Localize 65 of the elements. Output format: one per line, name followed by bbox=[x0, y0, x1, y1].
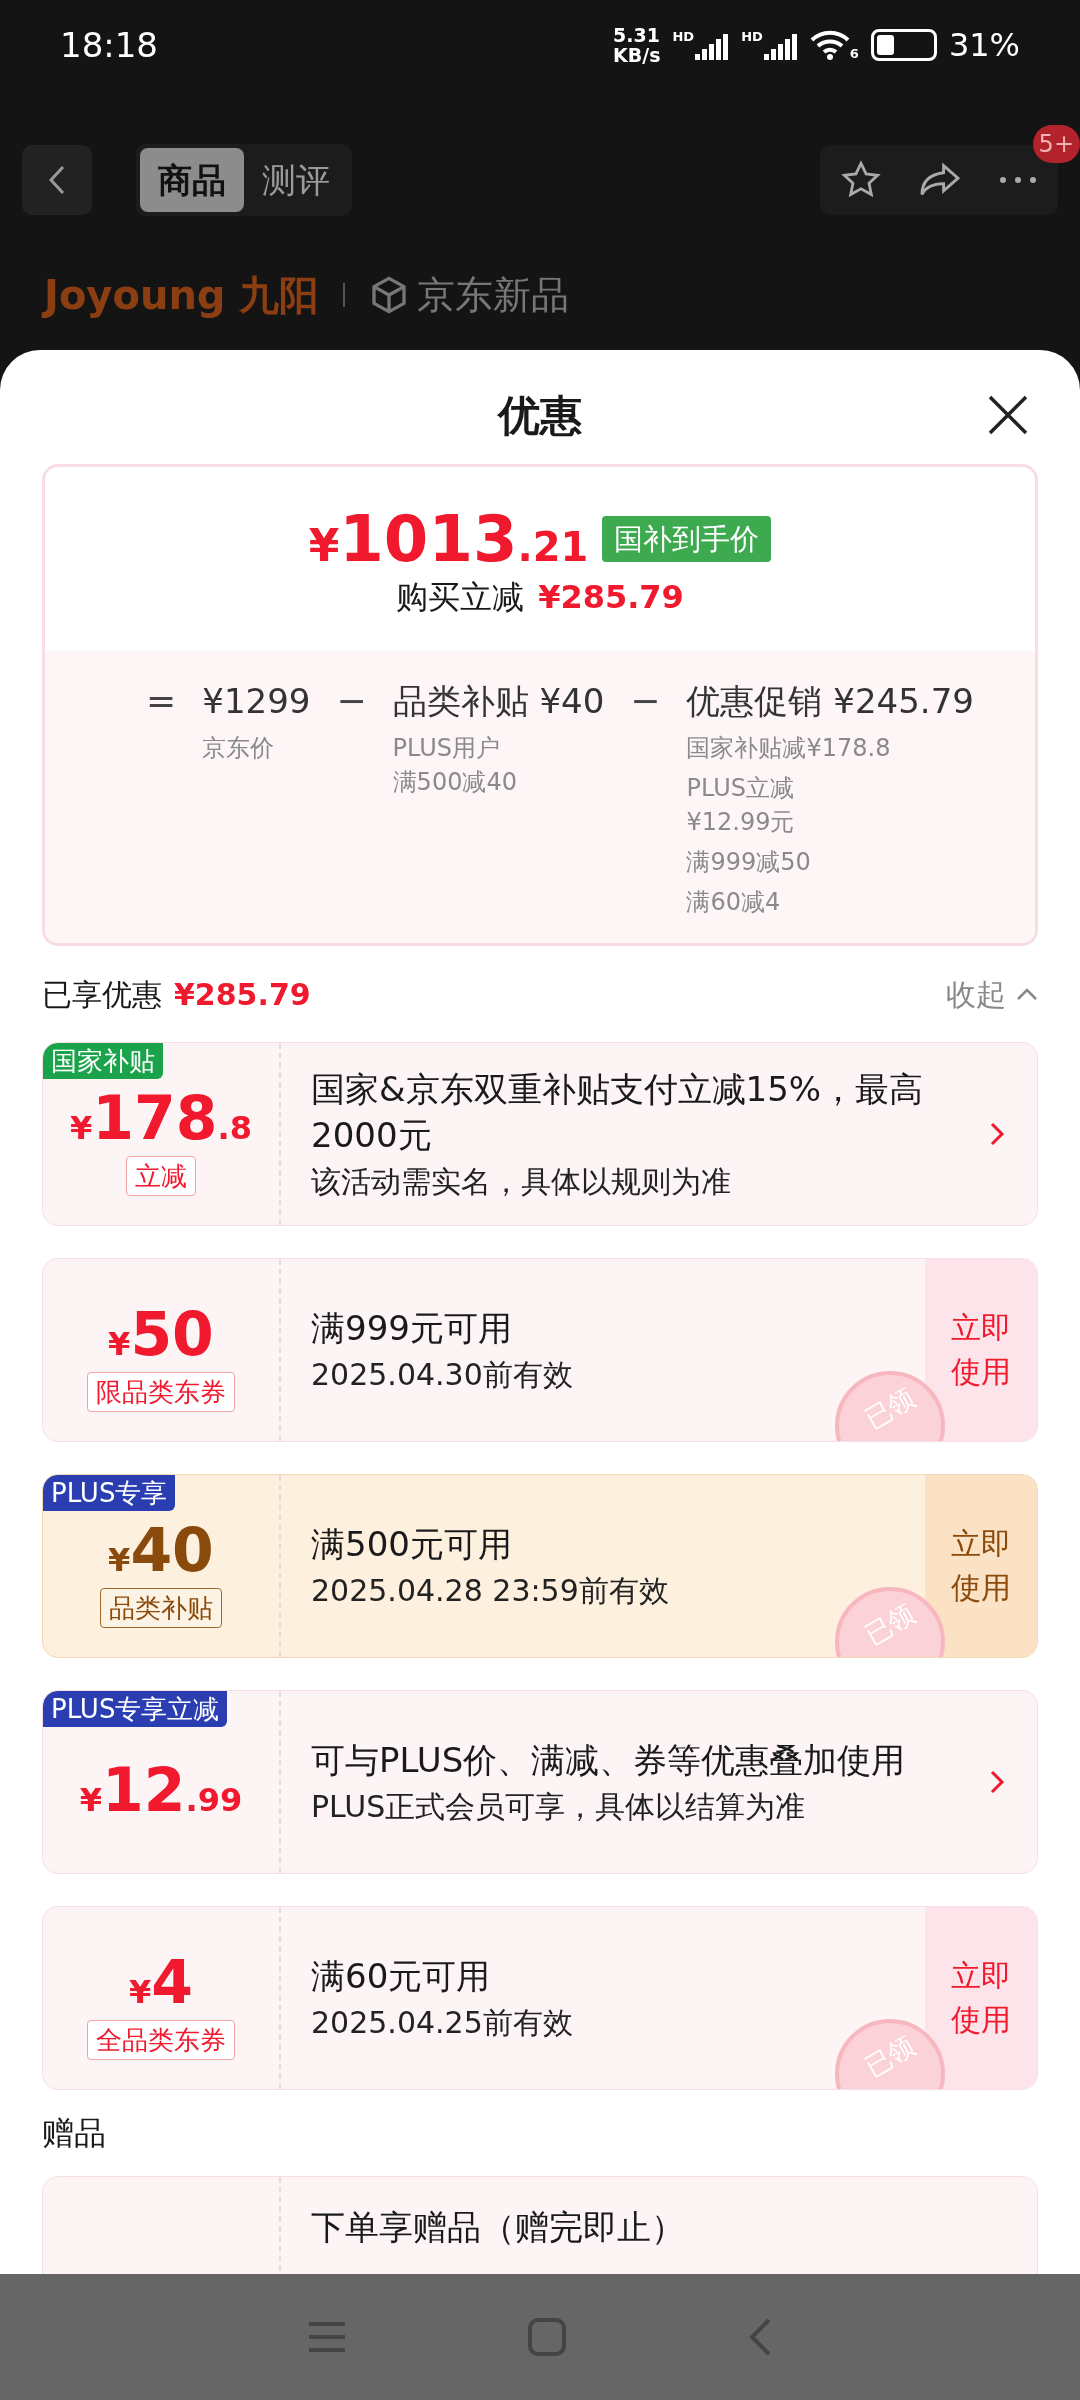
coupon-tag: PLUS专享立减 bbox=[43, 1691, 228, 1727]
coupon-card[interactable]: 国家补贴 ¥178.8 立减 国家&京东双重补贴支付立减15%，最高2000元 该活动需实名，具体以规则为准 bbox=[42, 1042, 1038, 1226]
use-now-button[interactable]: 立即使用 bbox=[925, 1475, 1037, 1657]
coupon-amount: ¥40 bbox=[108, 1520, 214, 1580]
breakdown-amount: 品类补贴 ¥40 bbox=[392, 680, 605, 723]
coupon-title: 满60元可用 bbox=[311, 1955, 492, 1998]
use-now-button[interactable]: 立即使用 bbox=[925, 1907, 1037, 2089]
coupon-label: 全品类东券 bbox=[87, 2020, 235, 2060]
coupon-label: 限品类东券 bbox=[87, 1372, 235, 1412]
coupon-label: 品类补贴 bbox=[100, 1588, 222, 1628]
coupon-tag: 国家补贴 bbox=[43, 1043, 163, 1079]
coupon-label: 立减 bbox=[126, 1156, 196, 1196]
battery-percent: 31% bbox=[948, 25, 1020, 66]
savings-label: 已享优惠 bbox=[42, 975, 162, 1014]
notification-badge: 5+ bbox=[1032, 125, 1080, 163]
tab[interactable]: 商品 bbox=[140, 148, 244, 212]
tab[interactable]: 测评 bbox=[244, 148, 348, 212]
coupon-amount: ¥12.99 bbox=[79, 1760, 243, 1820]
sheet-title: 优惠 bbox=[498, 389, 582, 442]
breakdown-note: 满999减50 bbox=[686, 847, 812, 878]
coupon-subtitle: PLUS正式会员可享，具体以结算为准 bbox=[311, 1788, 807, 1826]
breakdown-note: 京东价 bbox=[202, 733, 276, 764]
coupon-subtitle: 2025.04.28 23:59前有效 bbox=[311, 1572, 670, 1610]
breakdown-note: 满60减4 bbox=[686, 887, 782, 918]
coupon-title: 满500元可用 bbox=[311, 1523, 513, 1566]
more-icon[interactable] bbox=[998, 175, 1038, 185]
collapse-button[interactable]: 收起 bbox=[946, 971, 1038, 1017]
battery-icon bbox=[870, 29, 937, 61]
chevron-up-icon bbox=[1016, 987, 1038, 1001]
coupon-title: 国家&京东双重补贴支付立减15%，最高2000元 bbox=[311, 1068, 925, 1157]
reduce-value: ¥285.79 bbox=[538, 577, 684, 618]
final-price: ¥1013.21 bbox=[308, 507, 589, 571]
coupon-amount: ¥50 bbox=[108, 1304, 214, 1364]
coupon-card[interactable]: PLUS专享立减 ¥12.99 可与PLUS价、满减、券等优惠叠加使用 PLUS正式会员可享，具体以结算为准 bbox=[42, 1690, 1038, 1874]
reduce-label: 购买立减 bbox=[396, 577, 525, 618]
operator-sign: − bbox=[336, 679, 367, 723]
chevron-right-icon[interactable] bbox=[989, 1121, 1005, 1147]
breakdown-amount: 优惠促销 ¥245.79 bbox=[686, 680, 974, 723]
coupon-title: 可与PLUS价、满减、券等优惠叠加使用 bbox=[311, 1739, 907, 1782]
operator-sign: − bbox=[630, 679, 661, 723]
network-speed: 5.31 KB/s bbox=[613, 25, 661, 65]
chevron-right-icon[interactable] bbox=[989, 1769, 1005, 1795]
coupon-subtitle: 2025.04.30前有效 bbox=[311, 1356, 574, 1394]
status-time: 18:18 bbox=[60, 23, 158, 67]
coupon-title: 满999元可用 bbox=[311, 1307, 513, 1350]
back-button[interactable] bbox=[22, 145, 92, 215]
coupon-amount: ¥4 bbox=[129, 1952, 193, 2012]
coupon-amount: ¥178.8 bbox=[70, 1088, 252, 1148]
coupon-subtitle: 2025.04.25前有效 bbox=[311, 2004, 574, 2042]
coupon-subtitle: 该活动需实名，具体以规则为准 bbox=[311, 1163, 732, 1201]
chevron-left-icon bbox=[47, 164, 67, 196]
use-now-button[interactable]: 立即使用 bbox=[925, 1259, 1037, 1441]
gifts-heading: 赠品 bbox=[42, 2113, 106, 2154]
price-badge: 国补到手价 bbox=[602, 516, 772, 562]
savings-value: ¥285.79 bbox=[174, 975, 311, 1014]
gift-title: 下单享赠品（赠完即止） bbox=[311, 2206, 685, 2249]
close-icon[interactable] bbox=[986, 393, 1030, 437]
breakdown-note: PLUS用户 满500减40 bbox=[392, 733, 518, 798]
share-icon[interactable] bbox=[918, 162, 962, 198]
breakdown-note: PLUS立减 ¥12.99元 bbox=[686, 773, 796, 838]
brand-tag: 京东新品 bbox=[417, 266, 570, 324]
breakdown-note: 国家补贴减¥178.8 bbox=[686, 733, 892, 764]
operator-sign: = bbox=[146, 679, 177, 723]
coupon-tag: PLUS专享 bbox=[43, 1475, 176, 1511]
breakdown-amount: ¥1299 bbox=[202, 680, 311, 723]
